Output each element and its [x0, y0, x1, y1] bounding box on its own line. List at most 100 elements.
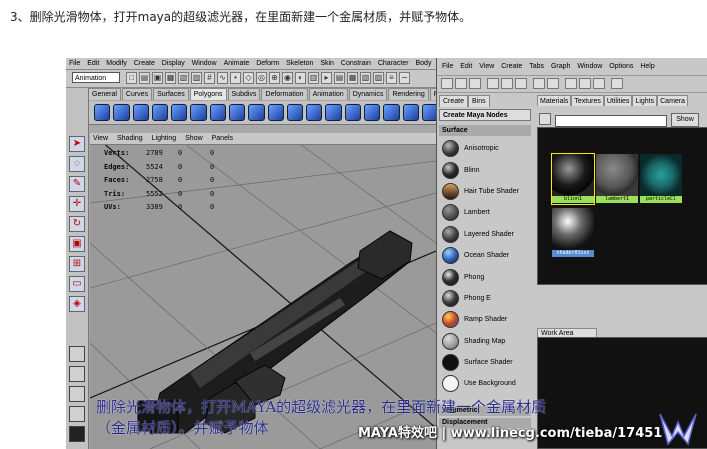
shelf-tab-polygons[interactable]: Polygons [189, 88, 227, 100]
hs-menu-file[interactable]: File [442, 63, 453, 70]
move-tool-icon[interactable]: ✛ [69, 196, 85, 212]
material-swatch-particlecloud[interactable]: particleCl [640, 154, 682, 204]
single-pane-layout-icon[interactable] [69, 346, 85, 362]
poly-wedge-icon[interactable] [383, 104, 400, 121]
mode-selector[interactable]: Animation [72, 72, 120, 83]
poly-sphere-icon[interactable] [94, 104, 111, 121]
menu-deform[interactable]: Deform [256, 60, 279, 67]
shelf-tab-deformation[interactable]: Deformation [261, 88, 308, 100]
node-ramp-shader[interactable]: Ramp Shader [439, 309, 531, 330]
show-bottom-tabs-icon[interactable] [579, 78, 591, 89]
arrow-right-icon[interactable] [469, 78, 481, 89]
four-pane-layout-icon[interactable] [69, 366, 85, 382]
menu-modify[interactable]: Modify [106, 60, 127, 67]
outliner-layout-icon[interactable] [69, 406, 85, 422]
shelf-tab-animation[interactable]: Animation [308, 88, 348, 100]
shelf-tab-dynamics[interactable]: Dynamics [348, 88, 388, 100]
node-layered-shader[interactable]: Layered Shader [439, 224, 531, 245]
bins-tab[interactable]: Bins [468, 95, 490, 107]
poly-torus-icon[interactable] [190, 104, 207, 121]
poly-plane-icon[interactable] [171, 104, 188, 121]
poly-cylinder-icon[interactable] [132, 104, 149, 121]
material-filter-input[interactable] [555, 115, 667, 127]
outliner-icon[interactable]: ≡ [386, 72, 397, 84]
last-tool-icon[interactable]: ▭ [69, 276, 85, 292]
material-swatch-lambert1[interactable]: lambert1 [596, 154, 638, 204]
menu-edit[interactable]: Edit [87, 60, 99, 67]
shelf-tab-rendering[interactable]: Rendering [388, 88, 429, 100]
poly-separate-icon[interactable] [228, 104, 246, 121]
tab-materials[interactable]: Materials [537, 95, 572, 106]
graph-io-icon[interactable] [501, 78, 513, 89]
paint-select-tool-icon[interactable]: ✎ [69, 176, 85, 192]
manipulator-tool-icon[interactable]: ⊞ [69, 256, 85, 272]
snap-point-icon[interactable]: • [230, 72, 241, 84]
select-object-icon[interactable]: ▧ [178, 72, 189, 84]
poly-bevel-icon[interactable] [306, 104, 323, 121]
menu-window[interactable]: Window [192, 60, 217, 67]
menu-animate[interactable]: Animate [224, 60, 250, 67]
poly-merge-icon[interactable] [363, 104, 381, 121]
menu-skin[interactable]: Skin [320, 60, 334, 67]
rotate-tool-icon[interactable]: ↻ [69, 216, 85, 232]
material-swatch-shader01sss[interactable]: shader01sss [552, 208, 594, 258]
hs-menu-view[interactable]: View [479, 63, 494, 70]
snap-grid-icon[interactable]: # [204, 72, 215, 84]
arrow-left-icon[interactable] [455, 78, 467, 89]
make-live-icon[interactable]: ◎ [256, 72, 267, 84]
show-both-tabs-icon[interactable] [593, 78, 605, 89]
menu-character[interactable]: Character [378, 60, 409, 67]
node-shading-map[interactable]: Shading Map [439, 331, 531, 352]
surface-section-header[interactable]: Surface [439, 125, 531, 136]
toggle-create-bar-icon[interactable] [441, 78, 453, 89]
menu-constrain[interactable]: Constrain [341, 60, 371, 67]
hs-menu-options[interactable]: Options [609, 63, 633, 70]
hs-menu-create[interactable]: Create [501, 63, 522, 70]
poly-smooth-icon[interactable] [248, 104, 265, 121]
open-scene-icon[interactable]: ▤ [139, 72, 150, 84]
tab-utilities[interactable]: Utilities [603, 95, 633, 106]
render-icon[interactable]: ◉ [282, 72, 293, 84]
select-hierarchy-icon[interactable]: ▦ [165, 72, 176, 84]
poly-combine-icon[interactable] [209, 104, 226, 121]
hs-menu-help[interactable]: Help [640, 63, 654, 70]
input-line-icon[interactable]: ▸ [321, 72, 332, 84]
node-ocean-shader[interactable]: Ocean Shader [439, 245, 531, 266]
menu-display[interactable]: Display [162, 60, 185, 67]
tab-cameras[interactable]: Camera [657, 95, 689, 106]
snap-plane-icon[interactable]: ◇ [243, 72, 254, 84]
scale-tool-icon[interactable]: ▣ [69, 236, 85, 252]
hs-menu-edit[interactable]: Edit [460, 63, 472, 70]
graph-input-icon[interactable] [487, 78, 499, 89]
node-use-background[interactable]: Use Background [439, 373, 531, 394]
filter-icon[interactable] [539, 113, 551, 125]
layer-editor-icon[interactable]: ▨ [373, 72, 384, 84]
create-maya-nodes-dropdown[interactable]: Create Maya Nodes [439, 109, 531, 121]
attribute-editor-icon[interactable]: ▦ [347, 72, 358, 84]
snap-curve-icon[interactable]: ∿ [217, 72, 228, 84]
node-phong[interactable]: Phong [439, 266, 531, 287]
node-anisotropic[interactable]: Anisotropic [439, 138, 531, 159]
select-tool-icon[interactable]: ➤ [69, 136, 85, 152]
hs-menu-window[interactable]: Window [577, 63, 602, 70]
soft-mod-tool-icon[interactable]: ◈ [69, 296, 85, 312]
menu-file[interactable]: File [69, 60, 80, 67]
poly-split-icon[interactable] [286, 104, 304, 121]
node-hair-tube-shader[interactable]: Hair Tube Shader [439, 181, 531, 202]
poly-cube-icon[interactable] [113, 104, 130, 121]
shelf-tab-general[interactable]: General [88, 88, 121, 100]
channel-box-icon[interactable]: ▤ [334, 72, 345, 84]
render-globals-icon[interactable]: ▥ [308, 72, 319, 84]
poly-mirror-icon[interactable] [402, 104, 419, 121]
material-swatch-blinn1[interactable]: blinn1 [551, 153, 595, 205]
tool-settings-icon[interactable]: ▧ [360, 72, 371, 84]
two-pane-layout-icon[interactable] [69, 386, 85, 402]
viewport-menu-panels[interactable]: Panels [212, 135, 233, 142]
save-scene-icon[interactable]: ▣ [152, 72, 163, 84]
shelf-tab-curves[interactable]: Curves [121, 88, 153, 100]
create-tab[interactable]: Create [439, 95, 469, 107]
viewport-menu-show[interactable]: Show [185, 135, 203, 142]
shelf-tab-surfaces[interactable]: Surfaces [153, 88, 189, 100]
poly-append-icon[interactable] [344, 104, 361, 121]
menu-skeleton[interactable]: Skeleton [286, 60, 313, 67]
